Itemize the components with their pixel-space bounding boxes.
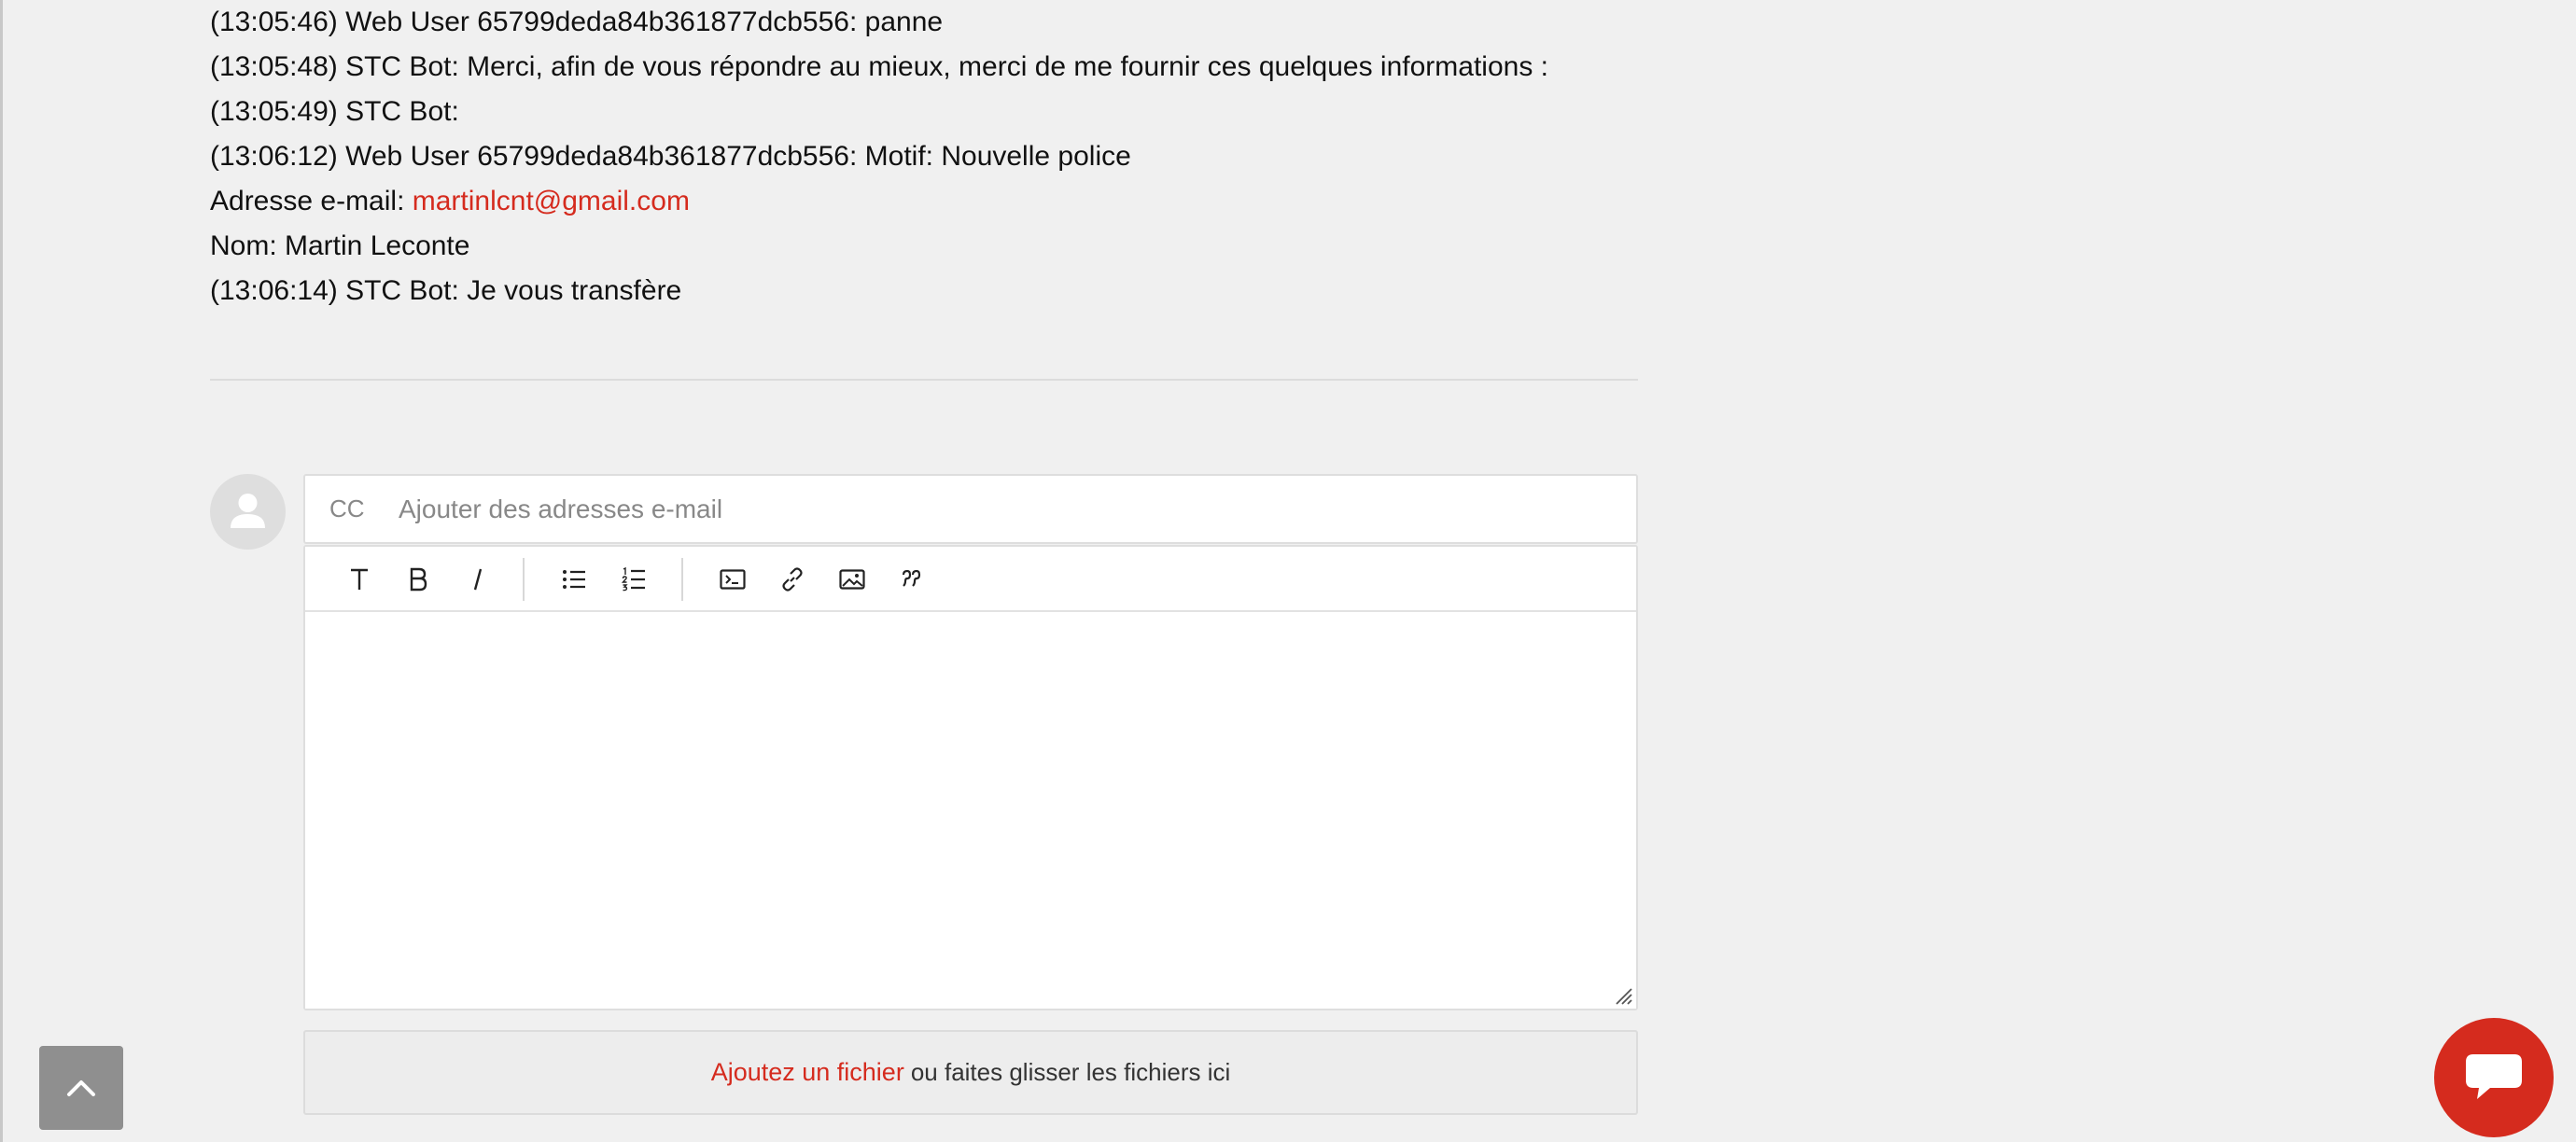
quote-icon[interactable] xyxy=(891,560,932,599)
italic-icon[interactable] xyxy=(457,560,498,599)
message-body-textarea[interactable] xyxy=(305,612,1636,1009)
dropzone-hint: ou faites glisser les fichiers ici xyxy=(910,1058,1231,1086)
transcript-line: Nom: Martin Leconte xyxy=(210,230,470,261)
section-divider xyxy=(210,379,1638,381)
transcript-line: (13:06:12) Web User 65799deda84b361877dc… xyxy=(210,141,1131,172)
chat-launcher-button[interactable] xyxy=(2434,1018,2554,1137)
transcript-line: (13:05:46) Web User 65799deda84b361877dc… xyxy=(210,7,944,37)
toolbar-separator xyxy=(681,558,683,601)
link-icon[interactable] xyxy=(772,560,813,599)
image-icon[interactable] xyxy=(832,560,873,599)
window-left-edge xyxy=(0,0,3,1142)
toolbar-separator xyxy=(523,558,525,601)
transcript-line-email: Adresse e-mail: martinlcnt@gmail.com xyxy=(210,179,1638,224)
email-label: Adresse e-mail: xyxy=(210,186,413,216)
cc-label: CC xyxy=(329,494,365,522)
bulleted-list-icon[interactable] xyxy=(553,560,595,599)
file-dropzone[interactable]: Ajoutez un fichier ou faites glisser les… xyxy=(303,1030,1638,1115)
scroll-to-top-button[interactable] xyxy=(39,1046,123,1130)
code-block-icon[interactable] xyxy=(712,560,753,599)
chevron-up-icon xyxy=(67,1080,95,1096)
cc-field: CC xyxy=(303,474,1638,544)
chat-bubble-icon xyxy=(2466,1054,2522,1099)
add-file-link[interactable]: Ajoutez un fichier xyxy=(711,1058,904,1087)
editor-toolbar xyxy=(305,547,1636,612)
reply-editor xyxy=(303,545,1638,1010)
user-avatar-icon xyxy=(210,474,286,550)
cc-email-input[interactable] xyxy=(399,480,1636,537)
transcript-line: (13:06:14) STC Bot: Je vous transfère xyxy=(210,275,682,306)
chat-transcript: (13:05:46) Web User 65799deda84b361877dc… xyxy=(210,0,1638,313)
transcript-line: (13:05:48) STC Bot: Merci, afin de vous … xyxy=(210,51,1549,82)
text-format-icon[interactable] xyxy=(339,560,380,599)
bold-icon[interactable] xyxy=(398,560,439,599)
email-link[interactable]: martinlcnt@gmail.com xyxy=(413,186,690,216)
numbered-list-icon[interactable] xyxy=(613,560,654,599)
resize-handle-icon[interactable] xyxy=(1612,984,1632,1005)
transcript-line: (13:05:49) STC Bot: xyxy=(210,96,459,127)
